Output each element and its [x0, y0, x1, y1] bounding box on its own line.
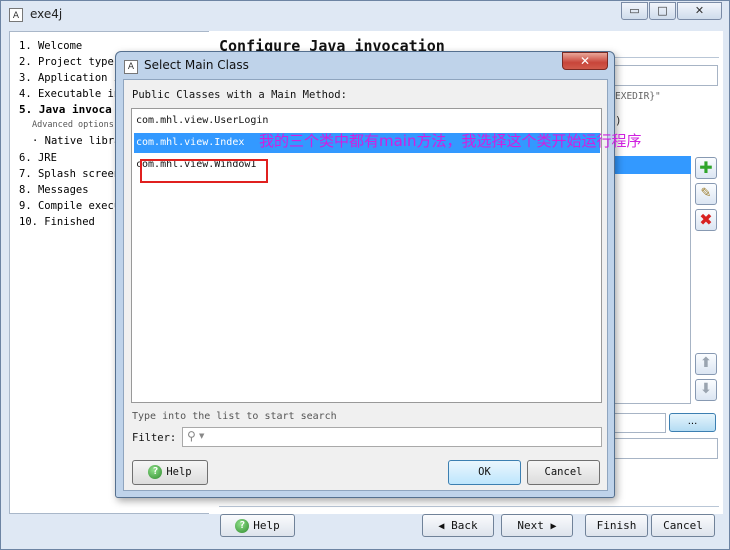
- bottom-divider: [219, 506, 719, 507]
- classpath-selected-row[interactable]: [613, 156, 691, 174]
- main-class-field[interactable]: [613, 413, 666, 433]
- dialog-app-icon: A: [124, 60, 138, 74]
- annotation-text: 我的三个类中都有main方法，我选择这个类开始运行程序: [259, 132, 642, 150]
- list-item[interactable]: com.mhl.view.UserLogin: [134, 111, 599, 131]
- back-arrow-icon: ◀: [438, 521, 445, 532]
- vm-parameters-field[interactable]: [613, 65, 718, 86]
- step-splash-screen[interactable]: 7. Splash screen: [19, 168, 120, 180]
- classpath-list[interactable]: [613, 174, 691, 404]
- next-button-label: Next: [517, 519, 544, 532]
- window-title: exe4j: [30, 7, 63, 21]
- step-executable-info[interactable]: 4. Executable in: [19, 88, 120, 100]
- dialog-help-label: Help: [166, 466, 192, 478]
- cancel-button[interactable]: Cancel: [651, 514, 715, 537]
- dialog-cancel-button[interactable]: Cancel: [527, 460, 600, 485]
- app-icon: A: [9, 8, 23, 22]
- help-icon: ?: [235, 519, 250, 533]
- step-application-info[interactable]: 3. Application i: [19, 72, 120, 84]
- step-jre[interactable]: 6. JRE: [19, 152, 57, 164]
- minimize-button[interactable]: ▭: [621, 2, 648, 20]
- step-java-invocation[interactable]: 5. Java invoca: [19, 103, 112, 116]
- arrow-up-icon[interactable]: ⬆: [695, 353, 717, 375]
- annotation-highlight-box: [140, 159, 268, 183]
- add-icon[interactable]: ✚: [695, 157, 717, 179]
- step-project-type[interactable]: 2. Project type: [19, 56, 114, 68]
- next-arrow-icon: ▶: [550, 521, 557, 532]
- step-finished[interactable]: 10. Finished: [19, 216, 95, 228]
- close-button[interactable]: ✕: [677, 2, 722, 20]
- search-hint: Type into the list to start search: [132, 411, 337, 422]
- arrow-down-icon[interactable]: ⬇: [695, 379, 717, 401]
- main-class-list[interactable]: com.mhl.view.UserLogin com.mhl.view.Inde…: [131, 108, 602, 403]
- remove-icon[interactable]: ✖: [695, 209, 717, 231]
- maximize-button[interactable]: □: [649, 2, 676, 20]
- next-button[interactable]: Next ▶: [501, 514, 573, 537]
- step-compile-executable[interactable]: 9. Compile execu: [19, 200, 120, 212]
- step-welcome[interactable]: 1. Welcome: [19, 40, 82, 52]
- help-button-label: Help: [253, 519, 280, 532]
- dropdown-arrow-icon: ▼: [199, 432, 205, 440]
- finish-button[interactable]: Finish: [585, 514, 648, 537]
- exedir-hint: EXEDIR}": [615, 91, 661, 102]
- advanced-options-label: Advanced options:: [32, 120, 119, 130]
- dialog-close-button[interactable]: ✕: [562, 52, 608, 70]
- paren-text: ): [615, 114, 622, 127]
- filter-input[interactable]: ⚲ ▼: [182, 427, 602, 447]
- browse-main-class-button[interactable]: ...: [669, 413, 716, 432]
- window-titlebar[interactable]: A exe4j ▭ □ ✕: [1, 1, 729, 28]
- dialog-title: Select Main Class: [144, 58, 249, 72]
- back-button[interactable]: ◀ Back: [422, 514, 494, 537]
- help-button[interactable]: ? Help: [220, 514, 295, 537]
- search-icon: ⚲: [187, 429, 196, 443]
- dialog-help-button[interactable]: ? Help: [132, 460, 208, 485]
- edit-icon[interactable]: ✎: [695, 183, 717, 205]
- help-icon: ?: [148, 465, 163, 479]
- list-label: Public Classes with a Main Method:: [132, 89, 347, 101]
- filter-label: Filter:: [132, 432, 177, 444]
- step-native-libraries[interactable]: · Native libra: [32, 135, 121, 147]
- select-main-class-dialog: A Select Main Class ✕ Public Classes wit…: [115, 51, 615, 498]
- step-messages[interactable]: 8. Messages: [19, 184, 89, 196]
- arguments-field[interactable]: [613, 438, 718, 459]
- ok-button[interactable]: OK: [448, 460, 521, 485]
- back-button-label: Back: [451, 519, 478, 532]
